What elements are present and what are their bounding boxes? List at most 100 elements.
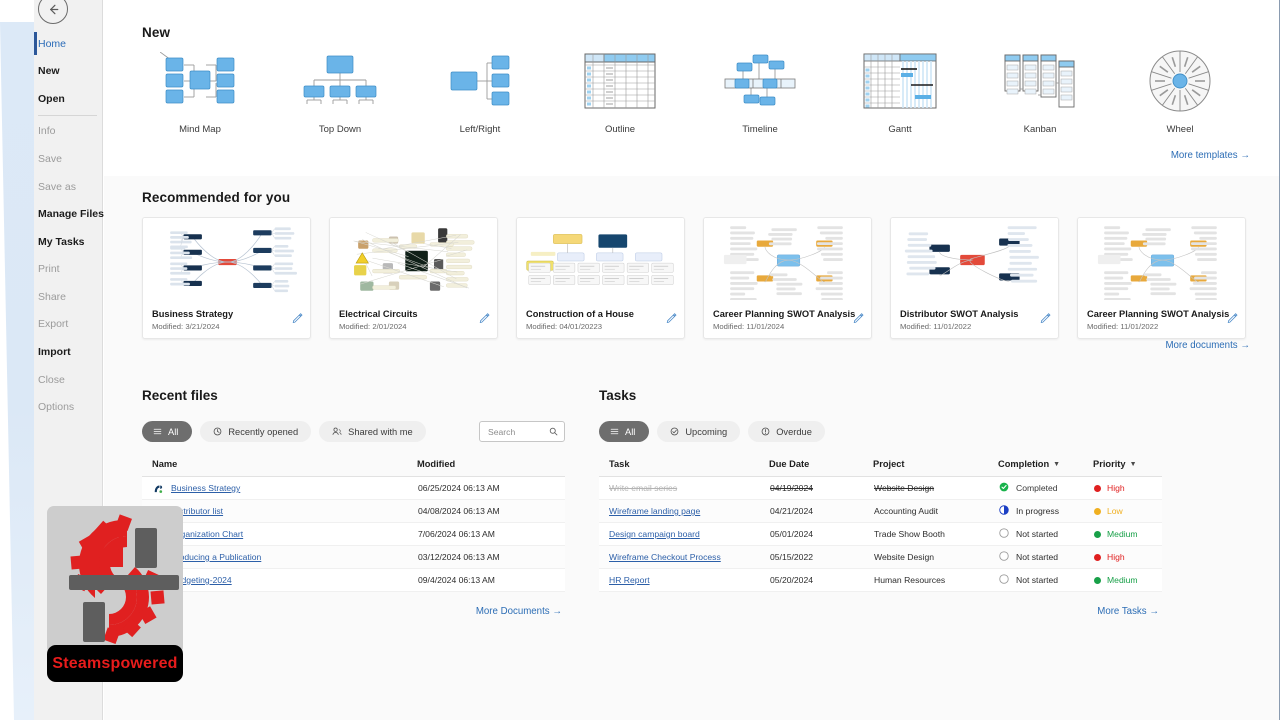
more-templates-link[interactable]: More templates → xyxy=(1171,150,1249,161)
recent-files-filter-shared-with-me[interactable]: Shared with me xyxy=(319,421,426,442)
template-outline[interactable]: Outline xyxy=(550,48,690,135)
edit-pencil-icon[interactable] xyxy=(1040,310,1051,328)
task-row[interactable]: HR Report 05/20/2024 Human Resources Not… xyxy=(599,569,1162,592)
more-documents-footer-link[interactable]: More Documents → xyxy=(142,601,565,619)
completion-status-icon xyxy=(999,482,1009,494)
template-top-down[interactable]: Top Down xyxy=(270,48,410,135)
more-tasks-footer-link[interactable]: More Tasks → xyxy=(599,601,1162,619)
recommended-card[interactable]: Distributor SWOT Analysis Modified: 11/0… xyxy=(890,217,1059,339)
file-modified-cell: 7/06/2024 06:13 AM xyxy=(417,523,565,546)
priority-label: High xyxy=(1107,483,1125,493)
file-name-link[interactable]: Producing a Publication xyxy=(171,552,261,562)
tasks-filter-all[interactable]: All xyxy=(599,421,649,442)
recent-file-row[interactable]: Distributor list 04/08/2024 06:13 AM xyxy=(142,500,565,523)
column-header-due-date[interactable]: Due Date xyxy=(769,459,873,477)
edit-pencil-icon[interactable] xyxy=(1227,310,1238,328)
recent-files-search[interactable] xyxy=(479,421,565,442)
recent-file-row[interactable]: Budgeting-2024 09/4/2024 06:13 AM xyxy=(142,569,565,592)
task-name-link[interactable]: Design campaign board xyxy=(609,529,700,539)
mindmanager-file-icon xyxy=(153,575,164,586)
tasks-filter-upcoming[interactable]: Upcoming xyxy=(657,421,740,442)
recommended-card[interactable]: Career Planning SWOT Analysis Modified: … xyxy=(703,217,872,339)
sidebar-item-export[interactable]: Export xyxy=(34,311,103,339)
chevron-down-icon: ▼ xyxy=(1053,461,1060,468)
recent-files-panel: Recent files All Recently opened Shared … xyxy=(142,388,565,619)
recommended-card[interactable]: Construction of a House Modified: 04/01/… xyxy=(516,217,685,339)
column-header-priority[interactable]: Priority ▼ xyxy=(1093,459,1162,477)
recent-files-filter-recently-opened[interactable]: Recently opened xyxy=(200,421,311,442)
mindmanager-file-icon xyxy=(153,506,164,517)
file-modified-cell: 09/4/2024 06:13 AM xyxy=(417,569,565,592)
file-name-link[interactable]: Business Strategy xyxy=(171,483,240,493)
edit-pencil-icon[interactable] xyxy=(292,310,303,328)
column-header-name[interactable]: Name xyxy=(142,459,417,477)
file-name-link[interactable]: Distributor list xyxy=(171,506,223,516)
edit-pencil-icon[interactable] xyxy=(666,310,677,328)
task-row[interactable]: Design campaign board 05/01/2024 Trade S… xyxy=(599,523,1162,546)
recent-files-filter-all[interactable]: All xyxy=(142,421,192,442)
filter-label: Overdue xyxy=(776,427,812,437)
task-name-link[interactable]: Wireframe landing page xyxy=(609,506,700,516)
template-mind-map[interactable]: Mind Map xyxy=(130,48,270,135)
tasks-table: Task Due Date Project Completion ▼ Priority ▼ … xyxy=(599,459,1162,592)
file-name-link[interactable]: Budgeting-2024 xyxy=(171,575,232,585)
card-meta: Career Planning SWOT Analysis Modified: … xyxy=(713,309,862,331)
task-row[interactable]: Wireframe Checkout Process 05/15/2022 We… xyxy=(599,546,1162,569)
sidebar-item-close[interactable]: Close xyxy=(34,366,103,394)
sidebar-item-save-as[interactable]: Save as xyxy=(34,173,103,201)
timeline-template-icon xyxy=(721,48,799,114)
task-completion-cell: Not started xyxy=(998,569,1093,592)
column-header-project[interactable]: Project xyxy=(873,459,998,477)
sidebar-item-share[interactable]: Share xyxy=(34,283,103,311)
priority-label: High xyxy=(1107,552,1125,562)
template-kanban[interactable]: Kanban xyxy=(970,48,1110,135)
task-row[interactable]: Wireframe landing page 04/21/2024 Accoun… xyxy=(599,500,1162,523)
task-project-cell: Accounting Audit xyxy=(873,500,998,523)
priority-dot-icon xyxy=(1094,508,1101,515)
card-meta: Business Strategy Modified: 3/21/2024 xyxy=(152,309,301,331)
recommended-card[interactable]: Career Planning SWOT Analysis Modified: … xyxy=(1077,217,1246,339)
template-wheel[interactable]: Wheel xyxy=(1110,48,1250,135)
sidebar-item-home[interactable]: Home xyxy=(34,30,103,58)
more-documents-link[interactable]: More documents → xyxy=(1165,340,1249,351)
edit-pencil-icon[interactable] xyxy=(853,310,864,328)
edit-pencil-icon[interactable] xyxy=(479,310,490,328)
search-input[interactable] xyxy=(486,426,549,438)
more-templates-label: More templates xyxy=(1171,150,1238,161)
sidebar-item-my-tasks[interactable]: My Tasks xyxy=(34,228,103,256)
task-name-link[interactable]: Wireframe Checkout Process xyxy=(609,552,721,562)
file-modified-cell: 06/25/2024 06:13 AM xyxy=(417,477,565,500)
recent-file-row[interactable]: Producing a Publication 03/12/2024 06:13… xyxy=(142,546,565,569)
sidebar-item-options[interactable]: Options xyxy=(34,394,103,422)
recommended-card[interactable]: Business Strategy Modified: 3/21/2024 xyxy=(142,217,311,339)
template-timeline[interactable]: Timeline xyxy=(690,48,830,135)
recent-file-row[interactable]: Business Strategy 06/25/2024 06:13 AM xyxy=(142,477,565,500)
sidebar-item-save[interactable]: Save xyxy=(34,145,103,173)
card-thumbnail xyxy=(1078,218,1245,300)
completion-status-icon xyxy=(999,574,1009,586)
file-name-link[interactable]: Organization Chart xyxy=(171,529,243,539)
template-gantt[interactable]: Gantt xyxy=(830,48,970,135)
clock-icon xyxy=(213,427,222,436)
sidebar-item-import[interactable]: Import xyxy=(34,339,103,367)
column-header-completion[interactable]: Completion ▼ xyxy=(998,459,1093,477)
arrow-right-icon: → xyxy=(552,606,561,617)
file-modified-cell: 04/08/2024 06:13 AM xyxy=(417,500,565,523)
card-meta: Career Planning SWOT Analysis Modified: … xyxy=(1087,309,1236,331)
template-left-right[interactable]: Left/Right xyxy=(410,48,550,135)
sidebar-item-new[interactable]: New xyxy=(34,58,103,86)
task-name-link[interactable]: HR Report xyxy=(609,575,650,585)
column-header-modified[interactable]: Modified xyxy=(417,459,565,477)
recommended-card[interactable]: Electrical Circuits Modified: 2/01/2024 xyxy=(329,217,498,339)
task-name-link[interactable]: Write email series xyxy=(609,483,677,493)
tasks-filter-overdue[interactable]: Overdue xyxy=(748,421,825,442)
recent-file-row[interactable]: Organization Chart 7/06/2024 06:13 AM xyxy=(142,523,565,546)
task-row[interactable]: Write email series 04/19/2024 Website De… xyxy=(599,477,1162,500)
sidebar-item-info[interactable]: Info xyxy=(34,118,103,146)
sidebar-item-print[interactable]: Print xyxy=(34,256,103,284)
sidebar-item-manage-files[interactable]: Manage Files xyxy=(34,201,103,229)
mind-map-template-icon xyxy=(160,48,240,114)
sidebar-item-open[interactable]: Open xyxy=(34,85,103,113)
task-name-cell: Design campaign board xyxy=(599,523,769,546)
column-header-task[interactable]: Task xyxy=(599,459,769,477)
